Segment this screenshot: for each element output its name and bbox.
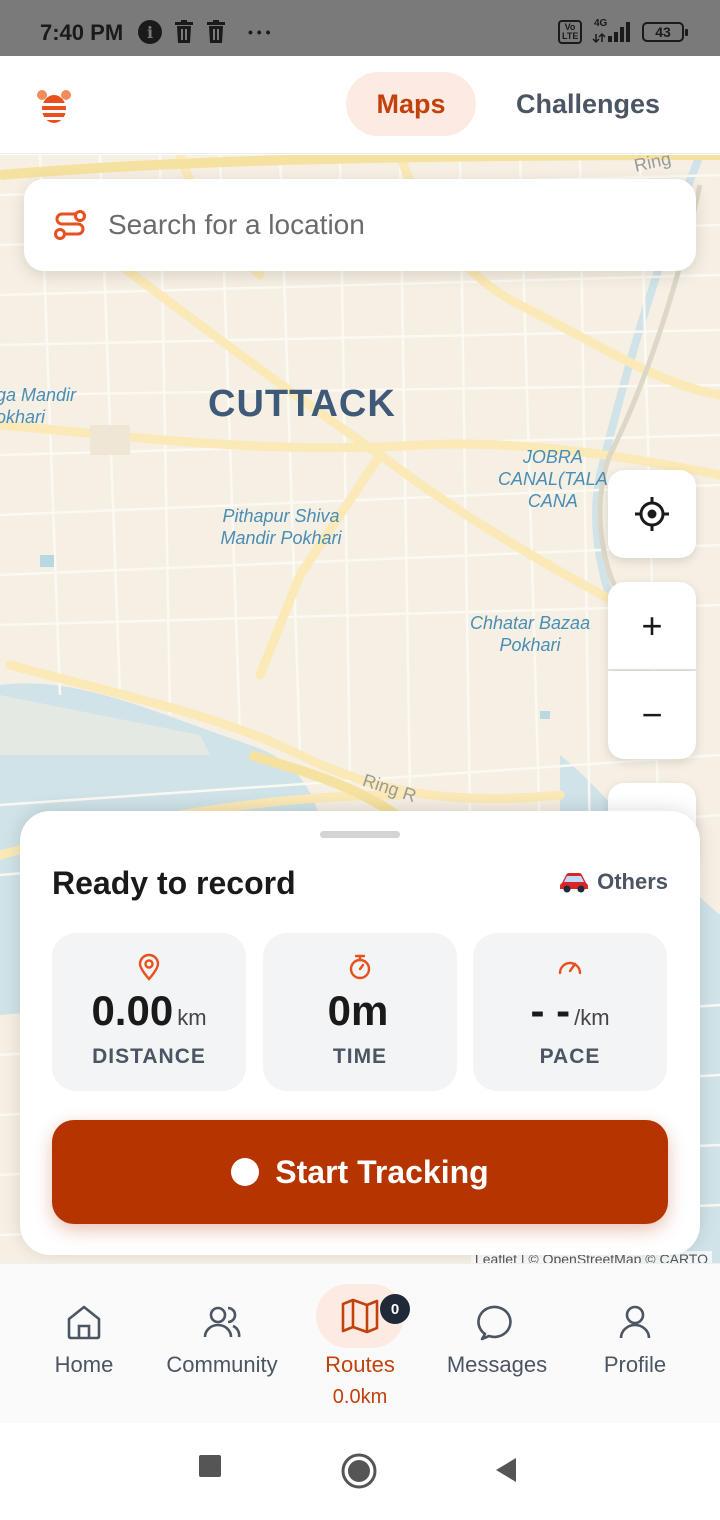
pace-label: PACE (539, 1045, 601, 1068)
activity-mode-selector[interactable]: Others (559, 869, 668, 895)
time-number: 0m (327, 987, 389, 1034)
activity-mode-label: Others (597, 869, 668, 894)
nav-routes[interactable]: 0 Routes 0.0km (304, 1264, 416, 1424)
locate-me-button[interactable] (608, 470, 696, 558)
recents-icon[interactable] (198, 1454, 222, 1478)
distance-stat: 0.00 km DISTANCE (52, 933, 246, 1091)
map-icon (341, 1298, 379, 1334)
status-notification-icons: i • • • (138, 20, 270, 44)
sheet-title: Ready to record (52, 865, 296, 901)
plus-icon: + (641, 604, 663, 646)
zoom-out-button[interactable]: − (608, 671, 696, 759)
status-system-icons: Vo LTE 4G 43 (558, 18, 688, 44)
routes-active-indicator: 0 (316, 1284, 410, 1348)
pace-number: - - (530, 987, 571, 1034)
start-tracking-label: Start Tracking (275, 1153, 489, 1190)
record-dot-icon (231, 1158, 260, 1186)
sheet-drag-handle[interactable] (320, 831, 400, 838)
nav-home[interactable]: Home (34, 1264, 134, 1424)
system-navigation-bar (0, 1424, 720, 1520)
battery-icon: 43 (642, 22, 688, 42)
trash-icon (175, 20, 193, 43)
tab-maps[interactable]: Maps (346, 72, 476, 136)
nav-community-label: Community (166, 1352, 278, 1377)
distance-number: 0.00 (91, 987, 174, 1034)
bottom-navigation: Home Community 0 Routes 0.0km Messages P… (0, 1263, 720, 1423)
pace-stat: - -/km PACE (473, 933, 667, 1091)
status-time: 7:40 PM (40, 20, 124, 45)
map-label-chhatar: Chhatar Bazaa Pokhari (470, 613, 591, 655)
signal-icon: 4G (592, 18, 632, 44)
home-circle-icon[interactable] (340, 1452, 378, 1490)
distance-label: DISTANCE (92, 1045, 206, 1068)
tracking-sheet: Ready to record Others 0.00 km DISTANCE 0… (20, 811, 700, 1255)
more-notifications-icon: • • • (248, 24, 271, 40)
crosshair-icon (635, 497, 669, 531)
app-header: Maps Challenges (0, 56, 720, 154)
back-icon[interactable] (494, 1456, 518, 1484)
minus-icon: − (641, 694, 663, 735)
pace-value: - -/km (473, 987, 667, 1035)
time-stat: 0m TIME (263, 933, 457, 1091)
nav-profile[interactable]: Profile (585, 1264, 685, 1424)
tab-challenges[interactable]: Challenges (500, 72, 676, 136)
time-value: 0m (263, 987, 457, 1035)
trash-icon (207, 20, 225, 43)
map-pin-icon (138, 953, 160, 981)
nav-home-label: Home (54, 1352, 114, 1377)
car-icon (560, 873, 589, 893)
time-label: TIME (332, 1045, 388, 1068)
speedometer-icon (558, 961, 582, 975)
message-icon (477, 1305, 512, 1341)
map-city-label: CUTTACK (208, 383, 396, 425)
info-icon: i (138, 20, 162, 44)
zoom-in-button[interactable]: + (608, 582, 696, 670)
routes-count-badge: 0 (380, 1294, 410, 1324)
distance-unit: km (177, 1005, 207, 1030)
status-bar: 7:40 PM i • • • Vo LTE 4G 43 (0, 0, 720, 56)
nav-profile-label: Profile (603, 1352, 667, 1377)
pace-unit: /km (574, 1005, 610, 1030)
app-logo-icon[interactable] (34, 86, 74, 126)
distance-value: 0.00 km (52, 987, 246, 1035)
stopwatch-icon (349, 954, 371, 980)
search-bar[interactable] (24, 179, 696, 271)
map-label-pithapur: Pithapur Shiva Mandir Pokhari (220, 506, 342, 548)
nav-community[interactable]: Community (152, 1264, 292, 1424)
search-input[interactable] (108, 209, 648, 241)
map-label-jobra: JOBRA CANAL(TALA CANA (498, 447, 608, 511)
volte-icon: Vo LTE (558, 20, 582, 44)
user-icon (619, 1305, 651, 1339)
nav-routes-distance: 0.0km (332, 1386, 388, 1408)
nav-messages-label: Messages (446, 1352, 548, 1377)
home-icon (67, 1305, 101, 1340)
map-label-mandir-pokhari: ga Mandir okhari (0, 385, 77, 427)
nav-messages[interactable]: Messages (432, 1264, 562, 1424)
nav-routes-label: Routes (325, 1352, 395, 1377)
users-icon (203, 1306, 241, 1338)
start-tracking-button[interactable]: Start Tracking (52, 1120, 668, 1224)
route-icon (54, 210, 86, 240)
